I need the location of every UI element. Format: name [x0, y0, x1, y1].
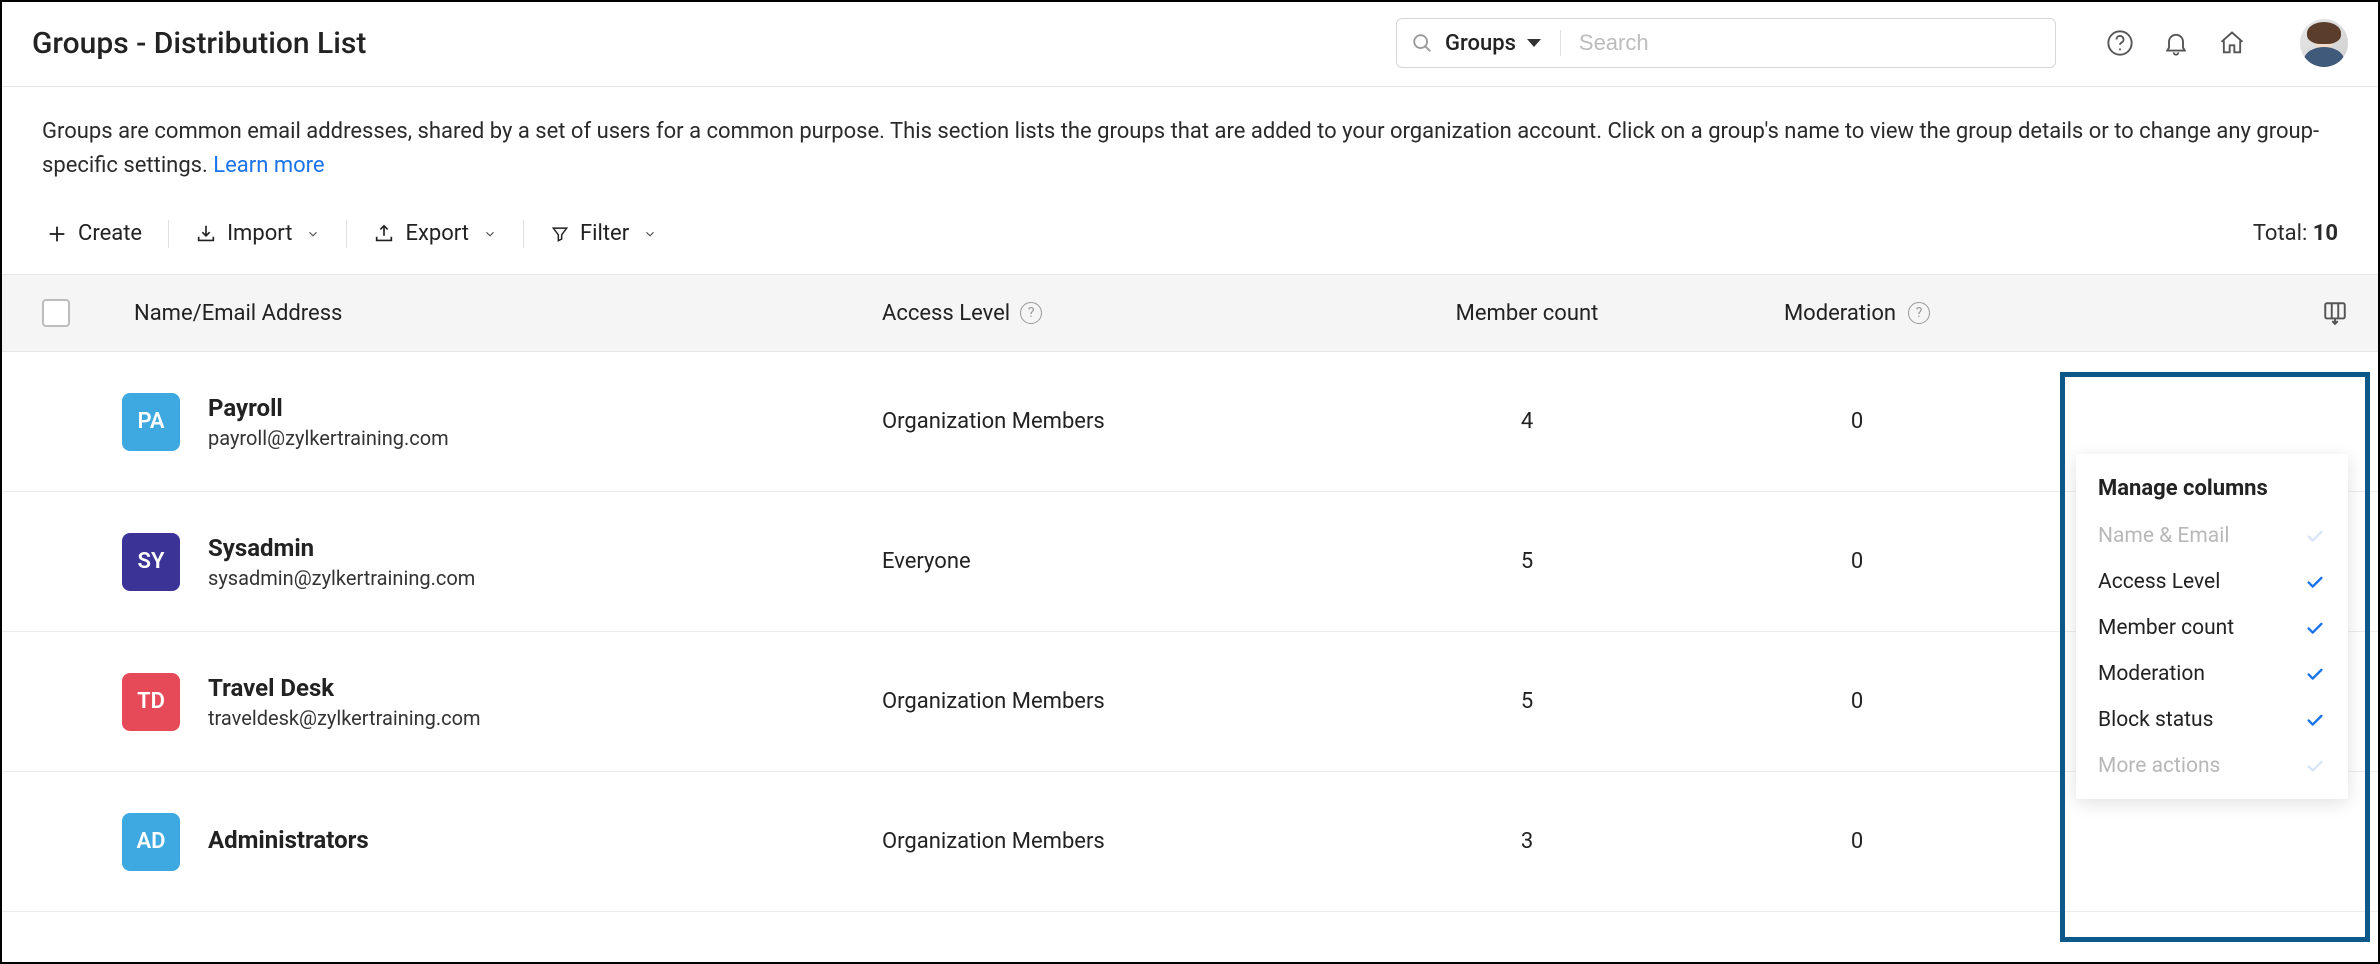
- search-bar[interactable]: Groups: [1396, 18, 2056, 68]
- import-button[interactable]: Import: [191, 215, 324, 252]
- column-toggle-label: Moderation: [2098, 662, 2205, 686]
- check-icon: [2304, 663, 2326, 685]
- cell-member-count: 5: [1362, 549, 1692, 574]
- search-scope-label: Groups: [1445, 31, 1516, 56]
- column-toggle-item[interactable]: Block status: [2076, 697, 2348, 743]
- column-header-moderation[interactable]: Moderation ?: [1692, 301, 2022, 326]
- search-input[interactable]: [1579, 30, 2041, 56]
- filter-label: Filter: [580, 221, 629, 246]
- export-button[interactable]: Export: [369, 215, 501, 252]
- table-row[interactable]: SY Sysadmin sysadmin@zylkertraining.com …: [2, 492, 2378, 632]
- total-value: 10: [2313, 221, 2338, 246]
- filter-icon: [550, 224, 570, 244]
- cell-moderation: 0: [1692, 829, 2022, 854]
- column-toggle-label: Name & Email: [2098, 524, 2229, 548]
- avatar[interactable]: [2300, 19, 2348, 67]
- home-icon[interactable]: [2218, 29, 2246, 57]
- chevron-down-icon: [483, 227, 497, 241]
- cell-access-level: Organization Members: [882, 409, 1362, 434]
- cell-member-count: 5: [1362, 689, 1692, 714]
- select-all-checkbox[interactable]: [42, 299, 70, 327]
- column-header-name[interactable]: Name/Email Address: [122, 301, 882, 326]
- search-scope-selector[interactable]: Groups: [1445, 31, 1542, 56]
- cell-moderation: 0: [1692, 409, 2022, 434]
- caret-down-icon: [1526, 37, 1542, 49]
- check-icon: [2304, 571, 2326, 593]
- group-name[interactable]: Travel Desk: [208, 674, 481, 702]
- cell-member-count: 4: [1362, 409, 1692, 434]
- page-title: Groups - Distribution List: [32, 26, 366, 61]
- group-avatar: AD: [122, 813, 180, 871]
- column-toggle-label: More actions: [2098, 754, 2220, 778]
- group-name[interactable]: Payroll: [208, 394, 449, 422]
- export-label: Export: [405, 221, 469, 246]
- export-icon: [373, 223, 395, 245]
- column-moderation-label: Moderation: [1784, 301, 1896, 326]
- check-icon: [2304, 617, 2326, 639]
- group-email: sysadmin@zylkertraining.com: [208, 566, 475, 590]
- total-count: Total: 10: [2253, 221, 2338, 246]
- create-label: Create: [78, 221, 142, 246]
- cell-access-level: Organization Members: [882, 829, 1362, 854]
- table-header: Name/Email Address Access Level ? Member…: [2, 274, 2378, 352]
- column-toggle-item: More actions: [2076, 743, 2348, 789]
- toolbar: Create Import Export: [2, 205, 2378, 274]
- manage-columns-button[interactable]: [2322, 300, 2348, 326]
- divider: [346, 220, 347, 248]
- bell-icon[interactable]: [2162, 29, 2190, 57]
- popover-title: Manage columns: [2076, 476, 2348, 513]
- filter-button[interactable]: Filter: [546, 215, 661, 252]
- column-header-member-count[interactable]: Member count: [1362, 301, 1692, 326]
- total-label: Total:: [2253, 221, 2313, 246]
- cell-access-level: Everyone: [882, 549, 1362, 574]
- check-icon: [2304, 755, 2326, 777]
- table-row[interactable]: PA Payroll payroll@zylkertraining.com Or…: [2, 352, 2378, 492]
- column-toggle-item: Name & Email: [2076, 513, 2348, 559]
- column-header-access[interactable]: Access Level ?: [882, 301, 1362, 326]
- cell-member-count: 3: [1362, 829, 1692, 854]
- group-avatar: TD: [122, 673, 180, 731]
- table-row[interactable]: TD Travel Desk traveldesk@zylkertraining…: [2, 632, 2378, 772]
- separator: [1560, 30, 1561, 56]
- table-body: PA Payroll payroll@zylkertraining.com Or…: [2, 352, 2378, 912]
- import-label: Import: [227, 221, 292, 246]
- group-avatar: SY: [122, 533, 180, 591]
- chevron-down-icon: [643, 227, 657, 241]
- search-icon: [1411, 32, 1433, 54]
- divider: [523, 220, 524, 248]
- column-toggle-label: Member count: [2098, 616, 2234, 640]
- chevron-down-icon: [306, 227, 320, 241]
- import-icon: [195, 223, 217, 245]
- header: Groups - Distribution List Groups: [2, 2, 2378, 87]
- create-button[interactable]: Create: [42, 215, 146, 252]
- cell-access-level: Organization Members: [882, 689, 1362, 714]
- group-email: payroll@zylkertraining.com: [208, 426, 449, 450]
- column-toggle-item[interactable]: Access Level: [2076, 559, 2348, 605]
- help-icon[interactable]: ?: [1908, 302, 1930, 324]
- intro-section: Groups are common email addresses, share…: [2, 87, 2378, 205]
- group-name[interactable]: Sysadmin: [208, 534, 475, 562]
- check-icon: [2304, 525, 2326, 547]
- column-toggle-item[interactable]: Moderation: [2076, 651, 2348, 697]
- divider: [168, 220, 169, 248]
- intro-text: Groups are common email addresses, share…: [42, 119, 2319, 178]
- learn-more-link[interactable]: Learn more: [213, 153, 324, 178]
- column-toggle-item[interactable]: Member count: [2076, 605, 2348, 651]
- help-icon[interactable]: ?: [1020, 302, 1042, 324]
- group-name[interactable]: Administrators: [208, 826, 369, 854]
- plus-icon: [46, 223, 68, 245]
- table-row[interactable]: AD Administrators Organization Members 3…: [2, 772, 2378, 912]
- manage-columns-popover: Manage columns Name & Email Access Level…: [2076, 454, 2348, 799]
- cell-moderation: 0: [1692, 549, 2022, 574]
- column-toggle-label: Block status: [2098, 708, 2213, 732]
- group-email: traveldesk@zylkertraining.com: [208, 706, 481, 730]
- group-avatar: PA: [122, 393, 180, 451]
- column-access-label: Access Level: [882, 301, 1010, 326]
- column-toggle-label: Access Level: [2098, 570, 2220, 594]
- help-icon[interactable]: [2106, 29, 2134, 57]
- cell-moderation: 0: [1692, 689, 2022, 714]
- check-icon: [2304, 709, 2326, 731]
